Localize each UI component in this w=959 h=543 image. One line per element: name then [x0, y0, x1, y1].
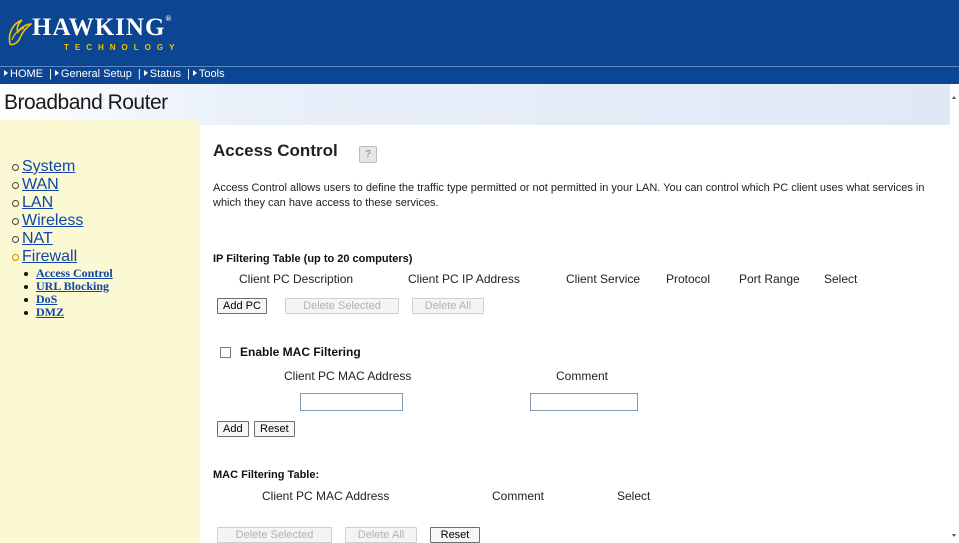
hawk-icon [8, 19, 32, 46]
page-description: Access Control allows users to define th… [213, 182, 925, 209]
delete-all-button[interactable]: Delete All [412, 298, 484, 314]
enable-mac-filtering-label: Enable MAC Filtering [240, 345, 361, 359]
bullet-icon [24, 297, 28, 302]
mac-address-input[interactable] [300, 393, 403, 411]
add-mac-button[interactable]: Add [217, 421, 249, 437]
page-title: Access Control [213, 141, 338, 160]
mac-comment-input[interactable] [530, 393, 638, 411]
nav-home[interactable]: HOME [10, 68, 43, 80]
sidebar-item-nat[interactable]: NAT [12, 230, 113, 248]
reset-mac-button[interactable]: Reset [254, 421, 295, 437]
mac-delete-selected-button[interactable]: Delete Selected [217, 527, 332, 543]
mac-table-col-comment: Comment [492, 489, 545, 503]
ip-col-service: Client Service [566, 272, 641, 286]
nav-general-setup[interactable]: General Setup [61, 68, 132, 80]
circle-icon [12, 217, 19, 225]
sidebar-menu: System WAN LAN Wireless NAT Firewall Acc… [12, 158, 113, 319]
mac-col-comment: Comment [556, 369, 609, 383]
hawking-logo: HAWKING® TECHNOLOGY [4, 8, 174, 58]
sidebar-item-wireless[interactable]: Wireless [12, 212, 113, 230]
bullet-icon [24, 310, 28, 315]
arrow-icon [143, 70, 148, 76]
sidebar-item-wan[interactable]: WAN [12, 176, 113, 194]
ip-table-heading: IP Filtering Table (up to 20 computers) [213, 253, 413, 265]
bullet-icon [24, 271, 28, 276]
mac-reset-button[interactable]: Reset [430, 527, 480, 543]
submenu-dmz[interactable]: DMZ [24, 305, 113, 319]
circle-icon [12, 163, 19, 171]
help-icon[interactable]: ? [359, 146, 377, 163]
circle-icon [12, 253, 19, 261]
header-bar: HAWKING® TECHNOLOGY [0, 0, 959, 66]
bullet-icon [24, 284, 28, 289]
nav-tools[interactable]: Tools [199, 68, 225, 80]
scroll-down-icon[interactable] [952, 534, 956, 537]
arrow-icon [192, 70, 197, 76]
sidebar-item-system[interactable]: System [12, 158, 113, 176]
mac-table-col-select: Select [617, 489, 651, 503]
ip-col-select: Select [824, 272, 858, 286]
product-title: Broadband Router [4, 91, 168, 114]
arrow-icon [4, 70, 8, 76]
arrow-icon [54, 70, 59, 76]
circle-icon [12, 235, 19, 243]
enable-mac-filtering-checkbox[interactable] [220, 347, 231, 358]
mac-table-col-address: Client PC MAC Address [262, 489, 390, 503]
firewall-submenu: Access Control URL Blocking DoS DMZ [24, 266, 113, 319]
add-pc-button[interactable]: Add PC [217, 298, 267, 314]
ip-col-port-range: Port Range [739, 272, 800, 286]
brand-tagline: TECHNOLOGY [64, 43, 181, 52]
ip-col-protocol: Protocol [666, 272, 711, 286]
top-nav: HOME | General Setup | Status | Tools [0, 66, 959, 84]
nav-status[interactable]: Status [150, 68, 181, 80]
sidebar-item-lan[interactable]: LAN [12, 194, 113, 212]
circle-icon [12, 199, 19, 207]
delete-selected-button[interactable]: Delete Selected [285, 298, 399, 314]
sidebar-item-firewall[interactable]: Firewall [12, 248, 113, 266]
mac-col-address: Client PC MAC Address [284, 369, 412, 383]
mac-delete-all-button[interactable]: Delete All [345, 527, 417, 543]
circle-icon [12, 181, 19, 189]
ip-col-ip-address: Client PC IP Address [408, 272, 520, 286]
scrollbar[interactable] [950, 84, 959, 543]
scroll-up-icon[interactable] [952, 96, 956, 99]
mac-table-heading: MAC Filtering Table: [213, 469, 320, 481]
ip-col-description: Client PC Description [239, 272, 354, 286]
brand-name: HAWKING® [32, 14, 173, 41]
